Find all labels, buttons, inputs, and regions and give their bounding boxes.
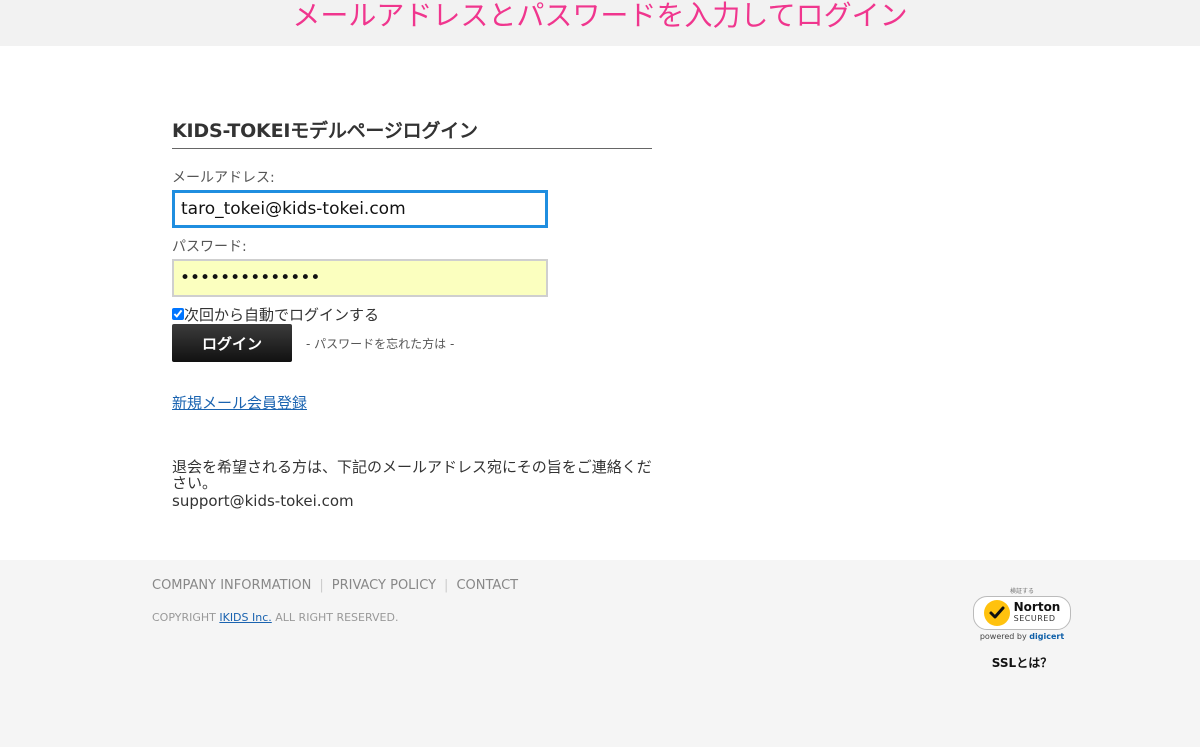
ssl-info-link[interactable]: SSLとは？ <box>970 654 1074 671</box>
page-title: メールアドレスとパスワードを入力してログイン <box>292 0 908 32</box>
norton-seal[interactable]: Norton SECURED <box>973 596 1071 630</box>
support-email: support@kids-tokei.com <box>172 492 354 510</box>
password-label: パスワード: <box>172 239 247 255</box>
digicert-brand: digicert <box>1029 632 1065 641</box>
password-field[interactable] <box>172 259 548 297</box>
footer-nav: COMPANY INFORMATION | PRIVACY POLICY | CONTA… <box>152 578 518 593</box>
login-form: KIDS-TOKEIモデルページログイン メールアドレス: パスワード: 次回か… <box>172 116 652 510</box>
withdraw-notice: 退会を希望される方は、下記のメールアドレス宛にその旨をご連絡ください。 <box>172 458 652 492</box>
copyright-company-link[interactable]: IKIDS Inc. <box>219 611 271 624</box>
footer: COMPANY INFORMATION | PRIVACY POLICY | CONTA… <box>0 560 1200 747</box>
page-header: メールアドレスとパスワードを入力してログイン <box>0 0 1200 46</box>
footer-separator: | <box>319 578 324 593</box>
checkmark-icon <box>983 600 1010 626</box>
email-label: メールアドレス: <box>172 170 275 186</box>
norton-secured: SECURED <box>1013 614 1056 623</box>
footer-link-privacy[interactable]: PRIVACY POLICY <box>332 578 436 593</box>
login-button[interactable]: ログイン <box>172 324 292 362</box>
action-row: ログイン - パスワードを忘れた方は - <box>172 324 652 362</box>
norton-seal-block: 検証する Norton SECURED powered by digicert … <box>970 586 1074 671</box>
norton-powered-by: powered by digicert <box>970 632 1074 641</box>
remember-row: 次回から自動でログインする <box>172 304 652 324</box>
footer-link-contact[interactable]: CONTACT <box>456 578 518 593</box>
email-field[interactable] <box>172 190 548 228</box>
copyright: COPYRIGHT IKIDS Inc. ALL RIGHT RESERVED. <box>152 611 398 624</box>
copyright-prefix: COPYRIGHT <box>152 611 216 624</box>
login-heading: KIDS-TOKEIモデルページログイン <box>172 116 652 149</box>
copyright-suffix: ALL RIGHT RESERVED. <box>275 611 399 624</box>
norton-verify-text: 検証する <box>1009 588 1034 595</box>
footer-separator: | <box>444 578 449 593</box>
register-link[interactable]: 新規メール会員登録 <box>172 392 307 413</box>
remember-checkbox[interactable] <box>172 308 184 320</box>
remember-label[interactable]: 次回から自動でログインする <box>184 304 379 325</box>
norton-words: Norton SECURED <box>1013 600 1061 624</box>
footer-link-company[interactable]: COMPANY INFORMATION <box>152 578 311 593</box>
norton-powered-prefix: powered by <box>979 632 1027 641</box>
forgot-password-link[interactable]: - パスワードを忘れた方は - <box>306 335 454 352</box>
norton-brand: Norton <box>1013 600 1061 614</box>
